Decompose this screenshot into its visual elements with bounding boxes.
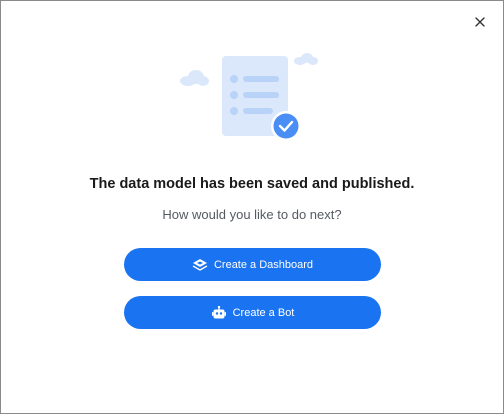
close-button[interactable] <box>471 13 489 31</box>
close-icon <box>475 17 485 27</box>
cloud-icon <box>180 70 209 86</box>
document-checked-icon <box>180 53 318 141</box>
dialog-subtitle: How would you like to do next? <box>162 207 342 222</box>
create-bot-label: Create a Bot <box>232 306 295 319</box>
dashboard-icon <box>192 258 208 272</box>
publish-success-dialog: The data model has been saved and publis… <box>0 0 504 414</box>
create-dashboard-button[interactable]: Create a Dashboard <box>124 248 381 281</box>
create-bot-button[interactable]: Create a Bot <box>124 296 381 329</box>
create-dashboard-label: Create a Dashboard <box>213 258 314 271</box>
dialog-title: The data model has been saved and publis… <box>89 176 415 192</box>
bot-icon <box>211 305 227 320</box>
cloud-icon <box>294 53 318 65</box>
